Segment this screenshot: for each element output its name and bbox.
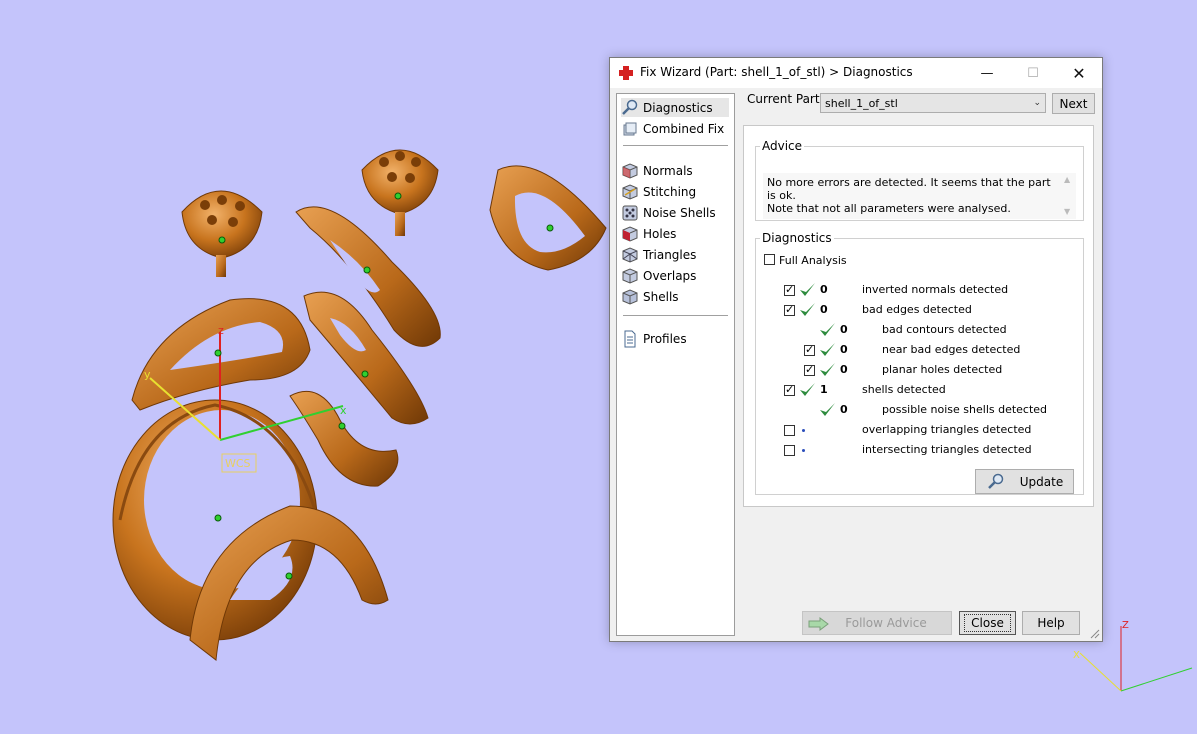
- update-button[interactable]: Update: [975, 469, 1074, 494]
- full-analysis-checkbox[interactable]: [764, 254, 775, 265]
- resize-grip-icon[interactable]: [1090, 629, 1100, 639]
- magnifier-icon: [987, 473, 1004, 489]
- cube-overlaps-icon: [622, 267, 638, 284]
- follow-advice-button[interactable]: Follow Advice: [802, 611, 952, 635]
- corner-axis-x: X: [1073, 650, 1080, 661]
- nav-separator: [623, 315, 728, 316]
- document-icon: [624, 330, 636, 347]
- close-button[interactable]: Close: [959, 611, 1016, 635]
- row-label: intersecting triangles detected: [862, 443, 1032, 456]
- maximize-icon: ☐: [1027, 65, 1039, 81]
- stone-setting-right[interactable]: [361, 149, 439, 236]
- check-ok-icon: [820, 323, 835, 336]
- triangle-setting[interactable]: [489, 165, 607, 271]
- nav-item-normals[interactable]: Normals: [621, 161, 729, 180]
- nav-item-overlaps[interactable]: Overlaps: [621, 266, 729, 285]
- not-analysed-dot-icon: [802, 449, 805, 452]
- row-label: planar holes detected: [882, 363, 1003, 376]
- advice-text: No more errors are detected. It seems th…: [763, 173, 1062, 219]
- wizard-navigation: Diagnostics Combined Fix Normals Stitchi…: [616, 93, 735, 636]
- row-checkbox[interactable]: [804, 343, 815, 356]
- corner-axis-z: Z: [1122, 620, 1129, 631]
- row-label: inverted normals detected: [862, 283, 1009, 296]
- help-button[interactable]: Help: [1022, 611, 1080, 635]
- row-checkbox[interactable]: [784, 303, 795, 316]
- current-part-label: Current Part:: [747, 92, 824, 106]
- scroll-up-icon: ▲: [1064, 175, 1071, 184]
- advice-legend: Advice: [762, 139, 803, 153]
- diagnostics-panel: Advice No more errors are detected. It s…: [743, 125, 1094, 507]
- advice-group: Advice No more errors are detected. It s…: [755, 139, 1084, 221]
- close-window-button[interactable]: ✕: [1056, 58, 1102, 88]
- row-label: shells detected: [862, 383, 946, 396]
- row-count: 0: [840, 403, 848, 416]
- stone-setting-left[interactable]: [181, 190, 263, 277]
- cube-holes-icon: [622, 225, 638, 242]
- check-ok-icon: [820, 403, 835, 416]
- cube-triangles-icon: [622, 246, 638, 263]
- check-ok-icon: [800, 283, 815, 296]
- nav-separator: [623, 145, 728, 146]
- minimize-icon: —: [980, 65, 994, 81]
- check-ok-icon: [800, 383, 815, 396]
- close-icon: ✕: [1072, 63, 1086, 83]
- diagnostics-group: Diagnostics Full Analysis 0 inverted norm…: [755, 231, 1084, 495]
- row-checkbox[interactable]: [784, 445, 795, 456]
- stack-icon: [623, 122, 637, 135]
- row-label: overlapping triangles detected: [862, 423, 1032, 436]
- minimize-button[interactable]: —: [964, 58, 1010, 88]
- row-checkbox[interactable]: [784, 383, 795, 396]
- maximize-button[interactable]: ☐: [1010, 58, 1056, 88]
- magnifier-icon: [622, 99, 638, 115]
- wcs-label: WCS: [225, 457, 251, 470]
- diagnostics-legend: Diagnostics: [762, 231, 832, 245]
- title-bar[interactable]: Fix Wizard (Part: shell_1_of_stl) > Diag…: [610, 58, 1102, 88]
- cube-stitch-icon: [622, 183, 638, 200]
- nav-item-combined-fix[interactable]: Combined Fix: [621, 119, 729, 138]
- check-ok-icon: [820, 343, 835, 356]
- wcs-axis-z: z: [218, 324, 224, 337]
- current-part-dropdown[interactable]: shell_1_of_stl ⌄: [820, 93, 1046, 113]
- nav-item-noise-shells[interactable]: Noise Shells: [621, 203, 729, 222]
- row-count: 0: [840, 323, 848, 336]
- check-ok-icon: [800, 303, 815, 316]
- red-cross-icon: [619, 66, 633, 80]
- dice-icon: [622, 205, 638, 220]
- nav-item-shells[interactable]: Shells: [621, 287, 729, 306]
- advice-line-1: No more errors are detected. It seems th…: [767, 176, 1051, 202]
- full-analysis-label: Full Analysis: [779, 254, 847, 267]
- row-checkbox[interactable]: [804, 363, 815, 376]
- wcs-axis-y: y: [144, 368, 151, 381]
- current-part-value: shell_1_of_stl: [825, 96, 898, 110]
- chevron-down-icon: ⌄: [1033, 98, 1041, 108]
- row-checkbox[interactable]: [784, 425, 795, 436]
- not-analysed-dot-icon: [802, 429, 805, 432]
- scroll-down-icon: ▼: [1064, 207, 1071, 216]
- wcs-axis-x: x: [340, 404, 347, 417]
- nav-item-diagnostics[interactable]: Diagnostics: [621, 98, 729, 117]
- row-count: 0: [840, 343, 848, 356]
- advice-scrollbar[interactable]: ▲ ▼: [1062, 173, 1076, 219]
- arrow-right-icon: [808, 617, 829, 631]
- cube-shells-icon: [622, 288, 638, 305]
- nav-item-profiles[interactable]: Profiles: [621, 329, 729, 348]
- nav-item-triangles[interactable]: Triangles: [621, 245, 729, 264]
- next-button[interactable]: Next: [1052, 93, 1095, 114]
- row-count: 0: [820, 283, 828, 296]
- dialog-title: Fix Wizard (Part: shell_1_of_stl) > Diag…: [640, 65, 913, 79]
- nav-item-holes[interactable]: Holes: [621, 224, 729, 243]
- fix-wizard-dialog: Fix Wizard (Part: shell_1_of_stl) > Diag…: [609, 57, 1103, 642]
- row-count: 0: [840, 363, 848, 376]
- row-label: bad contours detected: [882, 323, 1007, 336]
- row-count: 0: [820, 303, 828, 316]
- row-label: near bad edges detected: [882, 343, 1021, 356]
- check-ok-icon: [820, 363, 835, 376]
- nav-item-stitching[interactable]: Stitching: [621, 182, 729, 201]
- cube-normals-icon: [622, 162, 638, 179]
- row-label: bad edges detected: [862, 303, 972, 316]
- row-label: possible noise shells detected: [882, 403, 1048, 416]
- advice-line-2: Note that not all parameters were analys…: [767, 202, 1011, 215]
- row-count: 1: [820, 383, 828, 396]
- row-checkbox[interactable]: [784, 283, 795, 296]
